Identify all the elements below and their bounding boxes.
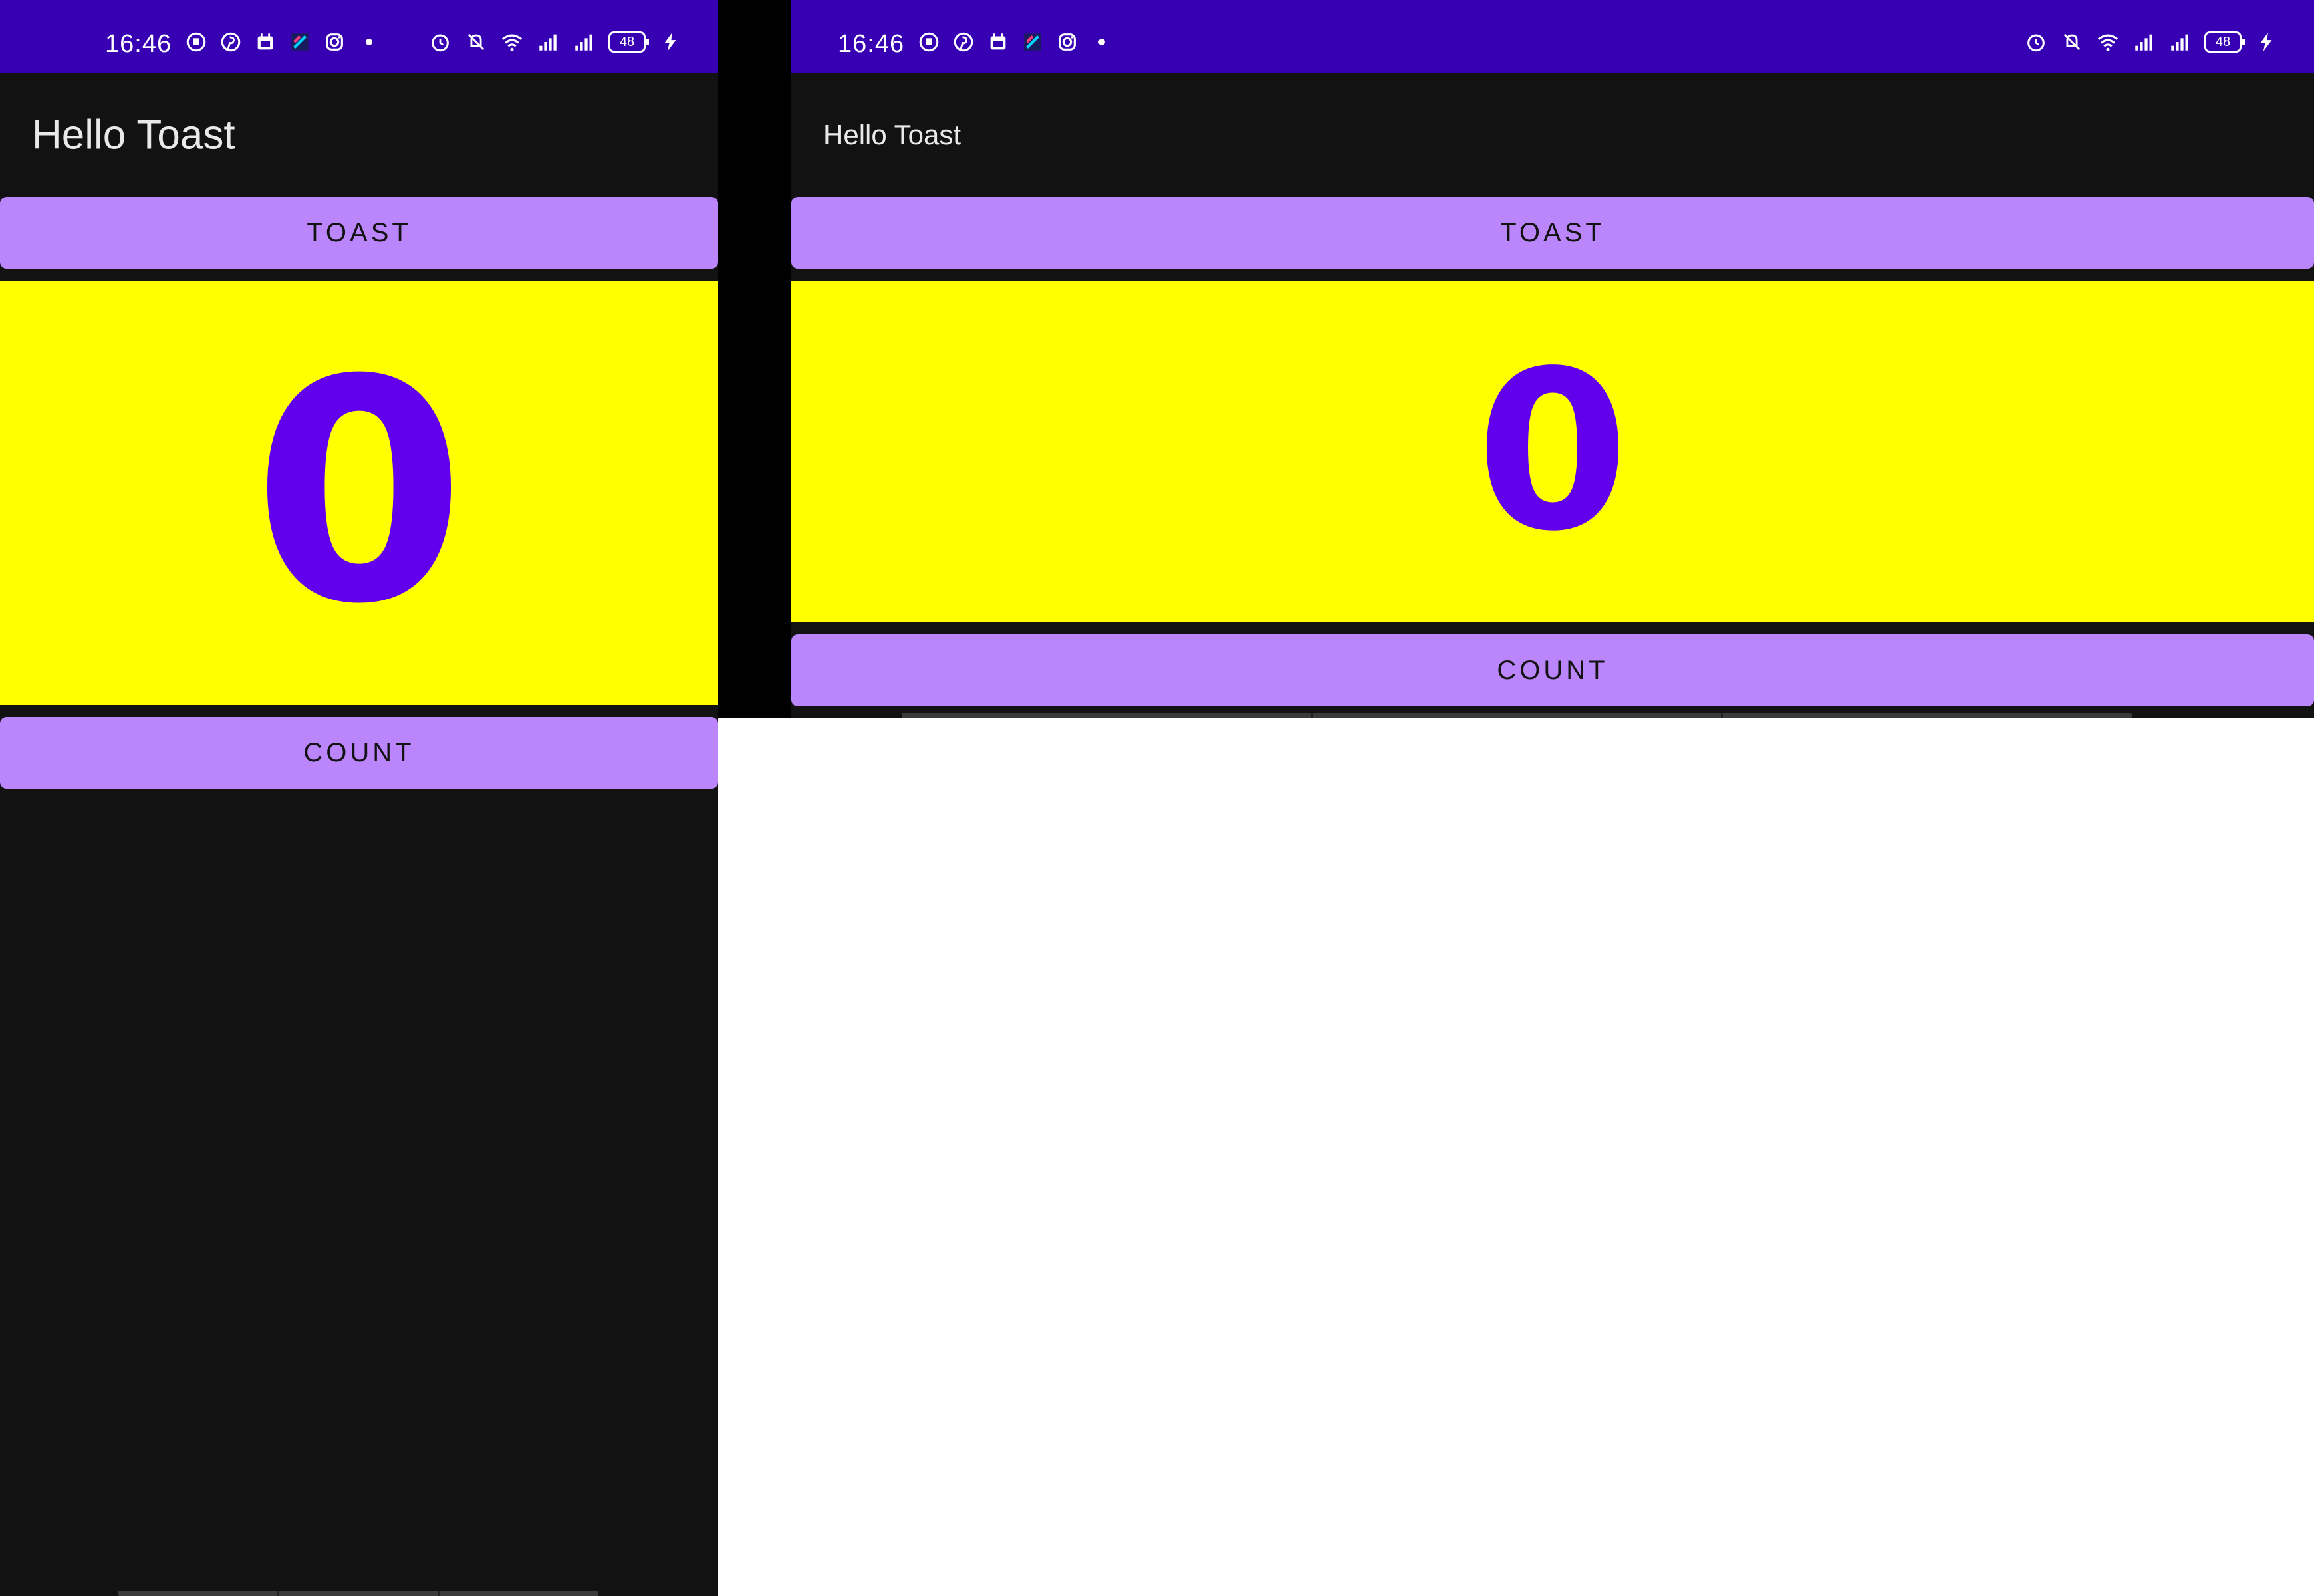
battery-icon: 48: [608, 31, 649, 53]
wifi-icon: [2097, 31, 2119, 53]
signal-icon: [537, 31, 559, 53]
status-time: 16:46: [838, 30, 905, 58]
signal-icon: [2168, 31, 2191, 53]
pinterest-icon: [219, 31, 242, 53]
pinterest-icon: [952, 31, 975, 53]
status-bar: 16:46 48: [0, 0, 718, 73]
instagram-icon: [1056, 31, 1079, 53]
nav-handle[interactable]: [118, 1591, 598, 1596]
system-icons: 48: [429, 31, 682, 53]
app-title: Hello Toast: [823, 119, 962, 150]
mute-icon: [2061, 31, 2083, 53]
wifi-icon: [501, 31, 523, 53]
count-button[interactable]: COUNT: [791, 634, 2314, 706]
calendar-icon: [987, 31, 1009, 53]
signal-icon: [573, 31, 595, 53]
app-title: Hello Toast: [32, 112, 235, 158]
dot-icon: [1091, 31, 1113, 53]
battery-icon: 48: [2204, 31, 2245, 53]
toast-button[interactable]: TOAST: [0, 197, 718, 269]
app-bar: Hello Toast: [0, 73, 718, 197]
landscape-screen: 16:46 48 Hello Toast TOAST 0 COUNT: [791, 0, 2314, 718]
chat-icon: [918, 31, 940, 53]
notification-icons: [185, 31, 380, 53]
app-icon: [1021, 31, 1044, 53]
calendar-icon: [254, 31, 277, 53]
instagram-icon: [323, 31, 346, 53]
screen-divider: [718, 0, 791, 718]
toast-button[interactable]: TOAST: [791, 197, 2314, 269]
count-display: 0: [791, 281, 2314, 622]
signal-icon: [2132, 31, 2155, 53]
app-icon: [289, 31, 311, 53]
alarm-icon: [429, 31, 451, 53]
charging-icon: [2255, 31, 2277, 53]
nav-handle[interactable]: [902, 713, 2132, 718]
notification-icons: [918, 31, 1113, 53]
chat-icon: [185, 31, 207, 53]
count-button[interactable]: COUNT: [0, 717, 718, 789]
status-time: 16:46: [105, 30, 172, 58]
charging-icon: [659, 31, 682, 53]
portrait-screen: 16:46 48 Hello Toast TOAST 0 COUNT: [0, 0, 718, 1596]
system-icons: 48: [2025, 31, 2277, 53]
count-display: 0: [0, 281, 718, 705]
app-bar: Hello Toast: [791, 73, 2314, 197]
alarm-icon: [2025, 31, 2047, 53]
status-bar: 16:46 48: [791, 0, 2314, 73]
mute-icon: [465, 31, 487, 53]
dot-icon: [358, 31, 380, 53]
